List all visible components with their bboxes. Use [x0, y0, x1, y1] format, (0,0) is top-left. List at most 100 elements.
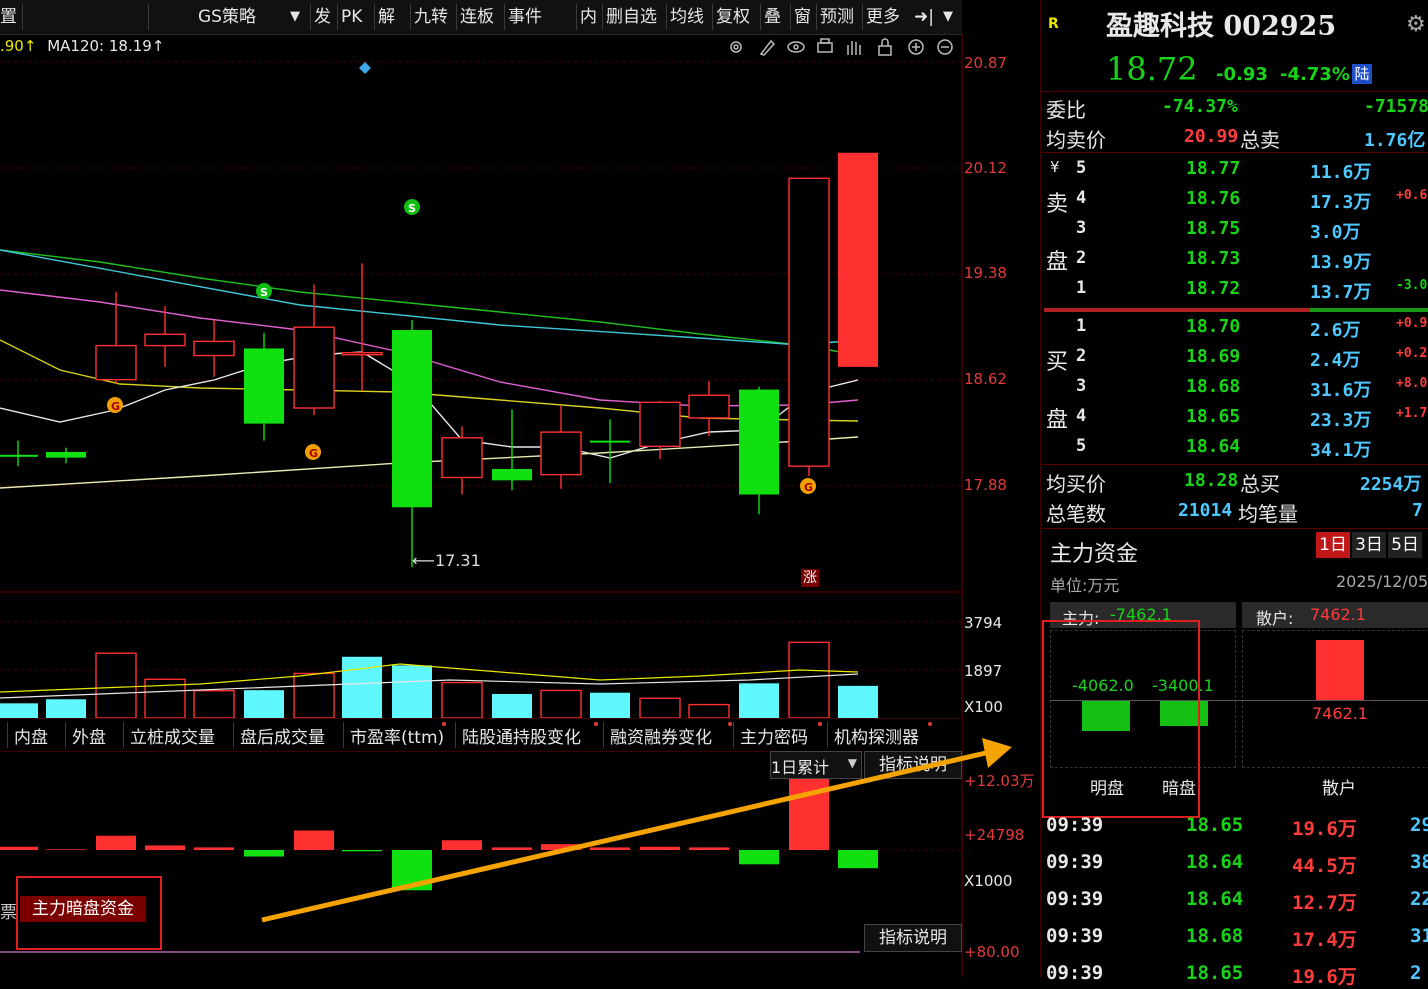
book-level-3: 4 [1076, 406, 1087, 426]
tick-time-4: 09:39 [1046, 962, 1104, 984]
tick-count-4: 2 [1410, 962, 1422, 984]
tick-price-3: 18.68 [1186, 925, 1244, 947]
indicator-tab-7[interactable]: 主力密码 [740, 723, 808, 748]
candle-body-14 [688, 394, 730, 419]
book-price-0: 18.70 [1186, 316, 1241, 337]
tick-count-2: 22 [1410, 888, 1428, 910]
volume-bar-1 [46, 699, 86, 718]
candle-body-9 [441, 437, 483, 479]
candle-body-0 [0, 454, 38, 457]
book-price-4: 18.64 [1186, 436, 1241, 457]
money-bar-0 [0, 846, 38, 850]
volume-bar-6 [293, 672, 335, 719]
buy-strength-bar [1310, 308, 1428, 312]
volume-bar-15 [739, 683, 779, 718]
sell-label-2: 盘 [1046, 250, 1069, 275]
money-bar-4 [194, 847, 234, 850]
tick-count-3: 31 [1410, 925, 1428, 947]
kline-chart[interactable]: S S G G G [0, 0, 1040, 977]
volume-bar-9 [441, 681, 483, 719]
indicator-tab-5[interactable]: 陆股通持股变化 [462, 723, 581, 748]
money-tick-2: X1000 [964, 872, 1013, 890]
book-price-1: 18.69 [1186, 346, 1241, 367]
money-bar-15 [739, 850, 779, 865]
total-buy-label: 总买 [1240, 472, 1280, 496]
sell-strength-bar [1044, 308, 1310, 312]
book-level-0: 1 [1076, 316, 1087, 336]
tick-price-2: 18.64 [1186, 888, 1244, 910]
book-volume-3: 13.9万 [1310, 252, 1372, 273]
svg-text:S: S [408, 202, 416, 215]
avg-sell-label: 均卖价 [1046, 128, 1106, 152]
money-bar-9 [442, 840, 482, 850]
capital-date: 2025/12/05 [1336, 572, 1428, 591]
indicator-left-fragment: 票 [0, 903, 17, 923]
indicator-tab-4[interactable]: 市盈率(ttm) [350, 723, 444, 748]
book-delta-2: +8.0 [1396, 376, 1428, 391]
volume-bar-0 [0, 703, 38, 718]
period-select[interactable]: 1日累计 ▼ [770, 751, 862, 779]
candle-body-16 [788, 177, 830, 467]
indicator-explain-bottom-button[interactable]: 指标说明 [864, 924, 962, 952]
svg-text:G: G [111, 400, 120, 413]
money-bar-6 [294, 830, 334, 850]
book-level-1: 4 [1076, 188, 1087, 208]
indicator-tab-2[interactable]: 立桩成交量 [130, 723, 215, 748]
retail-value: 7462.1 [1310, 605, 1366, 624]
book-volume-3: 23.3万 [1310, 410, 1372, 431]
money-bar-13 [640, 846, 680, 850]
volume-bar-2 [95, 652, 137, 719]
indicator-tab-8[interactable]: 机构探测器 [834, 723, 919, 748]
volume-bar-10 [492, 693, 532, 718]
indicator-tab-1[interactable]: 外盘 [72, 723, 106, 748]
svg-text:G: G [804, 481, 813, 494]
capital-period-tab-2[interactable]: 5日 [1388, 532, 1422, 558]
weibi-value: -71578 [1364, 96, 1428, 117]
book-price-2: 18.75 [1186, 218, 1241, 239]
current-price: 18.72 [1106, 50, 1198, 88]
candle-body-12 [590, 440, 630, 443]
book-volume-2: 3.0万 [1310, 222, 1361, 243]
buy-label-1: 买 [1046, 350, 1069, 375]
money-bar-17 [838, 850, 878, 869]
book-level-0: 5 [1076, 158, 1087, 178]
tick-count-0: 29 [1410, 814, 1428, 836]
indicator-tab-3[interactable]: 盘后成交量 [240, 723, 325, 748]
settings-gear-icon[interactable]: ⚙ [1406, 12, 1426, 37]
volume-bar-13 [639, 697, 681, 719]
buy-label-2: 盘 [1046, 408, 1069, 433]
avg-vol-label: 均笔量 [1238, 502, 1298, 526]
hk-connect-tag: 陆 [1352, 64, 1372, 84]
book-delta-3: +1.7 [1396, 406, 1428, 421]
book-level-4: 1 [1076, 278, 1087, 298]
candle-body-13 [639, 401, 681, 447]
book-volume-1: 17.3万 [1310, 192, 1372, 213]
candle-body-15 [739, 389, 779, 495]
price-change: -0.93 [1216, 64, 1268, 85]
indicator-explain-button[interactable]: 指标说明 [864, 751, 962, 779]
tick-time-0: 09:39 [1046, 814, 1104, 836]
tick-count-1: 38 [1410, 851, 1428, 873]
candle-body-1 [46, 451, 86, 458]
low-price-marker: ⟵17.31 [412, 551, 481, 570]
money-tick-0: +12.03万 [964, 772, 1035, 790]
candle-body-11 [540, 431, 582, 476]
book-delta-1: +0.6 [1396, 188, 1428, 203]
money-bar-8 [392, 850, 432, 891]
money-bar-5 [244, 850, 284, 857]
money-bar-7 [342, 850, 382, 852]
book-price-3: 18.65 [1186, 406, 1241, 427]
money-bar-10 [492, 847, 532, 850]
indicator-tab-0[interactable]: 内盘 [14, 723, 48, 748]
candle-body-8 [392, 330, 432, 508]
tick-volume-3: 17.4万 [1292, 929, 1357, 951]
candle-body-6 [293, 326, 335, 409]
capital-unit: 单位:万元 [1050, 576, 1120, 595]
book-price-1: 18.76 [1186, 188, 1241, 209]
retail-axis-label: 散户 [1322, 779, 1356, 799]
highlight-box-capital [1042, 620, 1200, 818]
indicator-tab-6[interactable]: 融资融券变化 [610, 723, 712, 748]
capital-period-tab-0[interactable]: 1日 [1316, 532, 1350, 558]
candle-body-3 [144, 333, 186, 347]
capital-period-tab-1[interactable]: 3日 [1352, 532, 1386, 558]
